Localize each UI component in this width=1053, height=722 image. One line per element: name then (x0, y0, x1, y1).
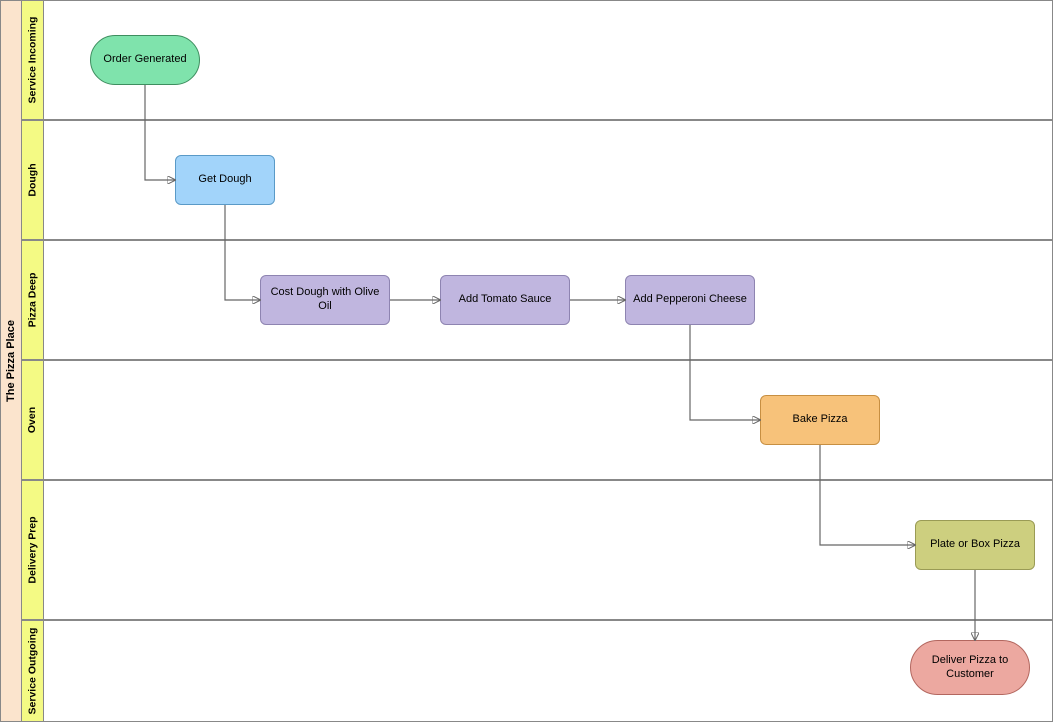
task-bake[interactable]: Bake Pizza (760, 395, 880, 445)
lane-body-oven[interactable] (44, 360, 1053, 480)
lane-text: Oven (27, 407, 39, 433)
lane-label-delivery-prep: Delivery Prep (22, 480, 44, 620)
task-plate[interactable]: Plate or Box Pizza (915, 520, 1035, 570)
lane-body-delivery-prep[interactable] (44, 480, 1053, 620)
lane-label-oven: Oven (22, 360, 44, 480)
node-label: Get Dough (198, 173, 251, 187)
lane-label-dough: Dough (22, 120, 44, 240)
lane-label-pizza-deep: Pizza Deep (22, 240, 44, 360)
lane-label-service-outgoing: Service Outgoing (22, 620, 44, 722)
task-add-top[interactable]: Add Pepperoni Cheese (625, 275, 755, 325)
node-label: Bake Pizza (792, 413, 847, 427)
task-cost-dough[interactable]: Cost Dough with Olive Oil (260, 275, 390, 325)
lane-text: Service Outgoing (27, 628, 39, 715)
pool-title: The Pizza Place (5, 320, 17, 402)
node-label: Cost Dough with Olive Oil (267, 286, 383, 314)
node-label: Add Pepperoni Cheese (633, 293, 747, 307)
node-label: Plate or Box Pizza (930, 538, 1020, 552)
task-add-sauce[interactable]: Add Tomato Sauce (440, 275, 570, 325)
start-event-order-generated[interactable]: Order Generated (90, 35, 200, 85)
node-label: Deliver Pizza to Customer (917, 654, 1023, 682)
node-label: Order Generated (103, 53, 186, 67)
task-get-dough[interactable]: Get Dough (175, 155, 275, 205)
end-event-deliver[interactable]: Deliver Pizza to Customer (910, 640, 1030, 695)
pool-label: The Pizza Place (0, 0, 22, 722)
lane-body-service-outgoing[interactable] (44, 620, 1053, 722)
node-label: Add Tomato Sauce (459, 293, 552, 307)
lane-text: Pizza Deep (27, 273, 39, 328)
lane-text: Delivery Prep (27, 516, 39, 583)
lane-text: Dough (27, 163, 39, 196)
lane-label-service-incoming: Service Incoming (22, 0, 44, 120)
lane-text: Service Incoming (27, 17, 39, 104)
